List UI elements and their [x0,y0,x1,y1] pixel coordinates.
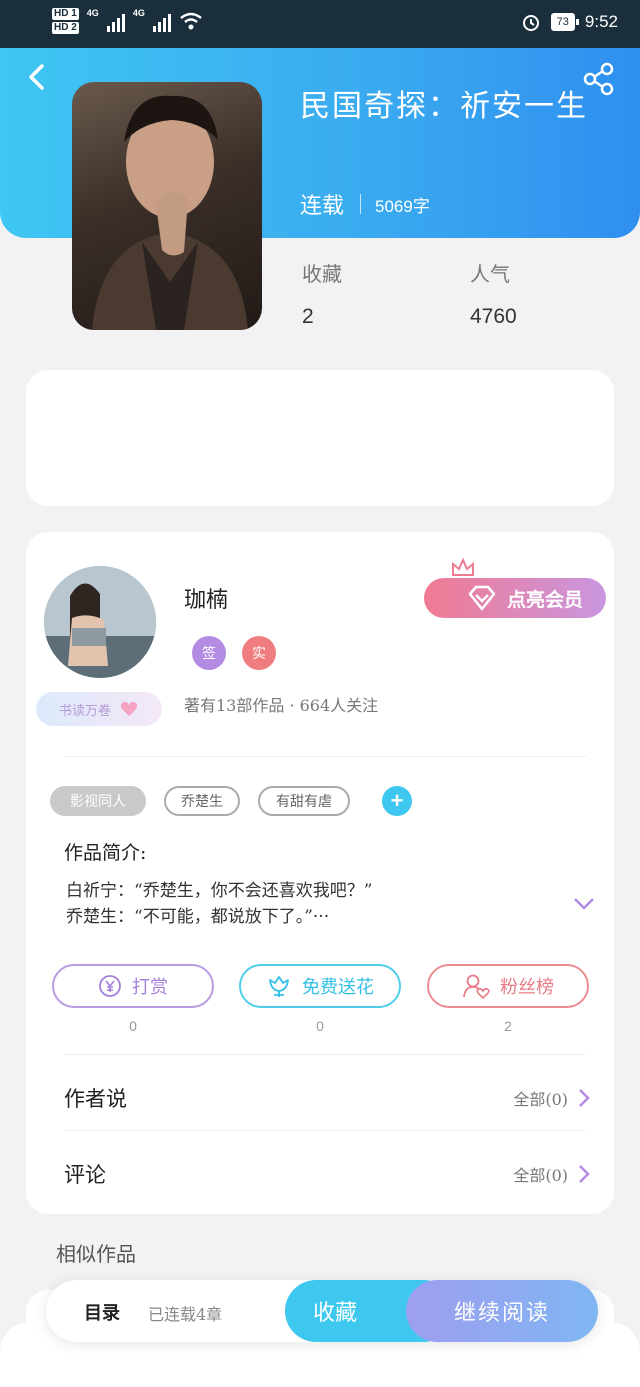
chapter-count: 已连载4章 [148,1305,223,1324]
favorites-value: 2 [302,305,314,328]
intro-heading: 作品简介: [64,842,147,864]
plus-icon: + [390,788,404,813]
comments-meta: 全部(0) [513,1162,590,1186]
popularity-value: 4760 [470,305,517,328]
serial-status: 连载 [300,194,345,219]
tip-count: 0 [129,1018,137,1034]
add-tag-button[interactable]: + [382,786,412,816]
divider [64,756,586,757]
status-bar: HD 1 HD 2 4G 4G 73 9:52 [0,0,640,48]
word-count: 5069字 [375,196,430,216]
meta-divider [360,194,362,214]
table-of-contents-button[interactable]: 目录 [84,1299,120,1325]
chevron-down-icon[interactable] [572,896,596,912]
verified-author-tag: 实 [242,636,276,670]
fan-ranking-button[interactable]: 粉丝榜 [427,964,589,1008]
status-left: HD 1 HD 2 4G 4G [52,8,203,34]
genre-tag[interactable]: 影视同人 [50,786,146,816]
continue-reading-button[interactable]: 继续阅读 [406,1280,598,1342]
comments-row[interactable]: 评论 全部(0) [64,1144,590,1204]
free-flower-label: 免费送花 [302,977,374,997]
character-tag[interactable]: 乔楚生 [164,786,240,816]
wifi-icon [180,12,202,30]
vip-button-label: 点亮会员 [506,589,583,611]
reader-level-badge: 书读万卷 [36,692,162,726]
status-right: 73 9:52 [521,12,618,32]
divider [64,1130,586,1131]
author-stats: 著有13部作品 · 664人关注 [184,696,379,715]
signal-icon [106,10,125,32]
fan-ranking-label: 粉丝榜 [500,977,554,997]
comments-count: 全部(0) [513,1166,568,1185]
tip-label: 打赏 [132,977,168,997]
favorites-stat: 收藏 2 [302,258,342,329]
heart-icon [120,701,138,716]
bottom-action-bar: 目录 已连载4章 收藏 继续阅读 [46,1280,598,1342]
clock: 9:52 [584,12,618,31]
yen-coin-icon [99,975,121,997]
author-says-meta: 全部(0) [513,1086,590,1110]
chevron-right-icon [579,1089,590,1107]
hd-indicators: HD 1 HD 2 [52,8,79,34]
popularity-label: 人气 [470,262,510,286]
author-name[interactable]: 珈楠 [184,582,228,614]
popularity-stat: 人气 4760 [470,258,517,329]
crown-icon [452,557,474,576]
hd1-badge: HD 1 [52,8,79,20]
author-card: 书读万卷 珈楠 签 实 著有13部作品 · 664人关注 点亮会员 影视同人 乔… [26,532,614,1214]
alarm-icon [522,15,539,31]
author-says-row[interactable]: 作者说 全部(0) [64,1068,590,1128]
tip-button[interactable]: 打赏 [52,964,214,1008]
fan-count: 2 [504,1018,512,1034]
diamond-icon [468,585,496,611]
theme-tag[interactable]: 有甜有虐 [258,786,350,816]
user-heart-icon [463,974,490,999]
book-meta: 连载 5069字 [300,188,430,220]
comments-title: 评论 [64,1163,106,1187]
author-says-count: 全部(0) [513,1090,568,1109]
back-icon[interactable] [22,62,52,92]
avatar-photo-image [44,566,156,678]
signed-author-tag: 签 [192,636,226,670]
vip-membership-button[interactable]: 点亮会员 [424,578,606,618]
author-avatar[interactable] [44,566,156,678]
free-flower-button[interactable]: 免费送花 [239,964,401,1008]
network-type-1: 4G [86,8,99,18]
book-cover[interactable] [72,82,262,330]
divider [64,1054,586,1055]
author-says-title: 作者说 [64,1087,127,1111]
signal-icon [152,10,171,32]
intro-text: 白祈宁：“乔楚生，你不会还喜欢我吧？” 乔楚生：“不可能，都说放下了。”··· [66,881,373,927]
battery-indicator: 73 [550,13,580,31]
blank-card [26,370,614,506]
favorites-label: 收藏 [302,262,342,286]
flower-count: 0 [316,1018,324,1034]
badge-text: 书读万卷 [58,703,111,719]
network-type-2: 4G [132,8,145,18]
book-title: 民国奇探：祈安一生 [300,89,588,124]
flower-icon [269,976,289,997]
similar-works-heading: 相似作品 [56,1242,136,1266]
cover-portrait-image [92,95,248,330]
hd2-badge: HD 2 [52,22,79,34]
chevron-right-icon [579,1165,590,1183]
